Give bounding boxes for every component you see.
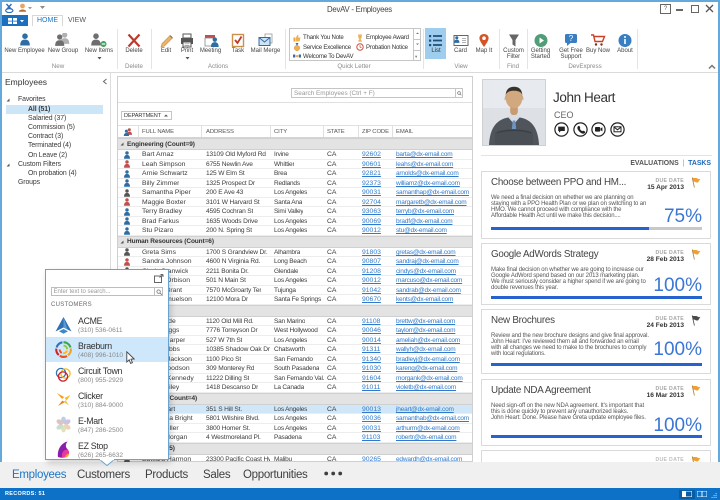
svg-text:?: ?: [569, 34, 574, 43]
